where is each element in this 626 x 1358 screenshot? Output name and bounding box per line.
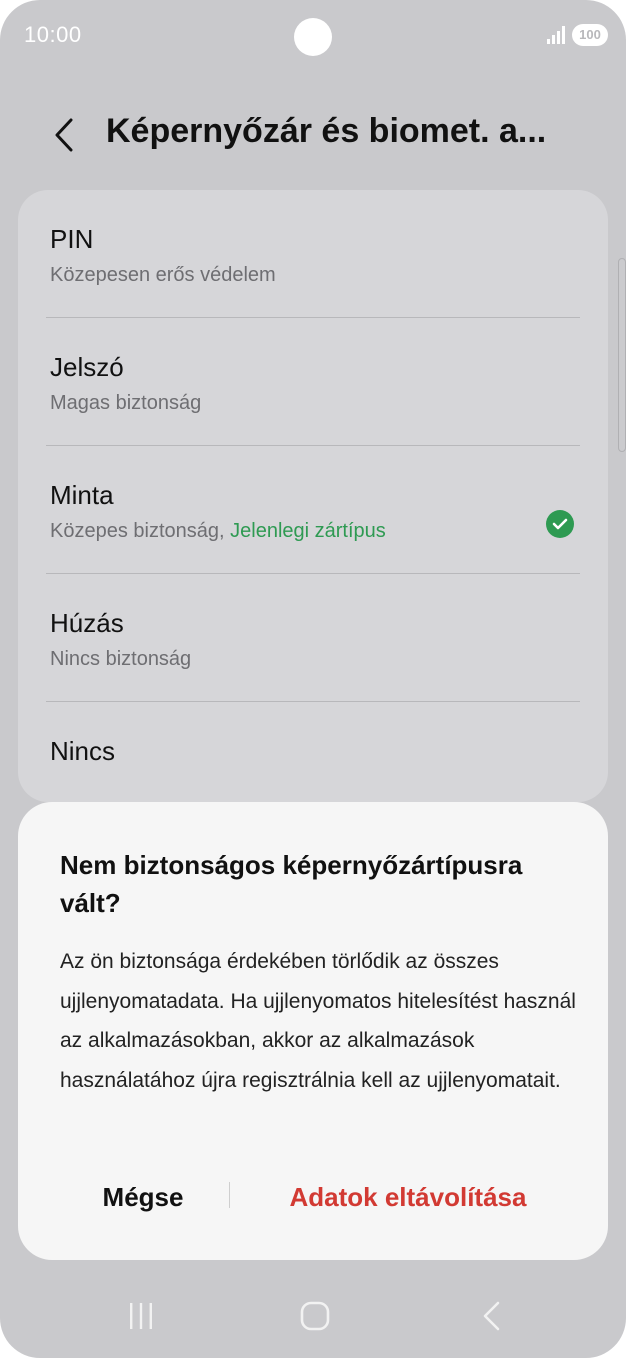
navigation-bar: [0, 1286, 626, 1346]
signal-icon: [547, 26, 565, 44]
battery-icon: 100: [572, 24, 608, 46]
front-camera: [294, 18, 332, 56]
confirm-dialog: Nem biztonságos képernyőzártípusra vált?…: [18, 802, 608, 1260]
option-none[interactable]: Nincs: [18, 702, 608, 802]
lock-type-list: PIN Közepesen erős védelem Jelszó Magas …: [18, 190, 608, 802]
option-subtitle-text: Közepes biztonság,: [50, 520, 231, 542]
dialog-buttons: Mégse Adatok eltávolítása: [18, 1172, 608, 1222]
status-bar: 10:00 100: [0, 0, 626, 72]
check-circle-icon: [546, 510, 574, 538]
dialog-title: Nem biztonságos képernyőzártípusra vált?: [60, 850, 523, 918]
home-icon[interactable]: [298, 1300, 332, 1332]
status-time: 10:00: [24, 22, 82, 47]
recents-icon[interactable]: [124, 1300, 158, 1332]
dialog-body: Az ön biztonsága érdekében törlődik az ö…: [60, 950, 576, 1092]
option-pattern[interactable]: Minta Közepes biztonság, Jelenlegi zártí…: [18, 446, 608, 574]
button-divider: [229, 1182, 230, 1208]
option-subtitle: Közepes biztonság, Jelenlegi zártípus: [50, 520, 386, 543]
option-pin[interactable]: PIN Közepesen erős védelem: [18, 190, 608, 318]
current-lock-label: Jelenlegi zártípus: [230, 520, 386, 542]
page-title: Képernyőzár és biomet. a...: [106, 112, 547, 150]
cancel-button[interactable]: Mégse: [63, 1172, 223, 1222]
option-title: Jelszó: [50, 352, 124, 382]
nav-back-icon[interactable]: [476, 1300, 508, 1332]
option-subtitle: Közepesen erős védelem: [50, 264, 276, 286]
option-title: Húzás: [50, 608, 124, 638]
back-button[interactable]: [44, 112, 84, 158]
option-swipe[interactable]: Húzás Nincs biztonság: [18, 574, 608, 702]
option-subtitle: Magas biztonság: [50, 392, 202, 414]
back-arrow-icon: [55, 118, 73, 152]
device-screen: 10:00 100 Képernyőzár és biomet. a... PI…: [0, 0, 626, 1358]
option-subtitle: Nincs biztonság: [50, 648, 192, 670]
remove-data-button[interactable]: Adatok eltávolítása: [258, 1172, 558, 1222]
option-title: Nincs: [50, 736, 116, 766]
option-title: Minta: [50, 480, 114, 510]
option-password[interactable]: Jelszó Magas biztonság: [18, 318, 608, 446]
scrollbar[interactable]: [618, 258, 626, 452]
option-title: PIN: [50, 224, 94, 254]
